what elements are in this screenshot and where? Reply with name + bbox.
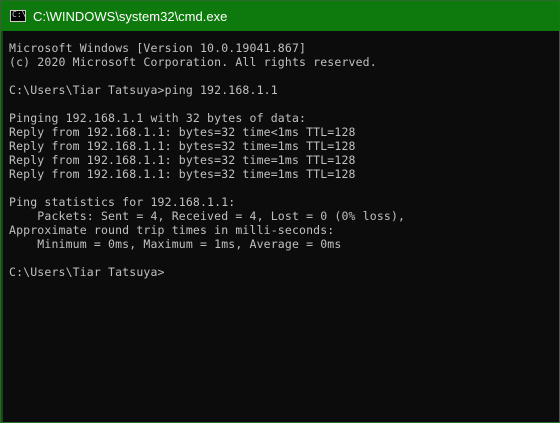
console-line-reply: Reply from 192.168.1.1: bytes=32 time=1m… [9, 167, 356, 181]
cmd-icon-glyph: C:\ [12, 10, 27, 19]
console-line-packets: Packets: Sent = 4, Received = 4, Lost = … [9, 209, 406, 223]
cmd-window: C:\ C:\WINDOWS\system32\cmd.exe Microsof… [0, 0, 560, 423]
console-scrollbar[interactable] [553, 31, 559, 422]
console-line-pinging: Pinging 192.168.1.1 with 32 bytes of dat… [9, 111, 307, 125]
console-line-reply: Reply from 192.168.1.1: bytes=32 time=1m… [9, 153, 356, 167]
console-line-ping-command: C:\Users\Tiar Tatsuya>ping 192.168.1.1 [9, 83, 278, 97]
console-line-reply: Reply from 192.168.1.1: bytes=32 time=1m… [9, 139, 356, 153]
console-line-reply: Reply from 192.168.1.1: bytes=32 time<1m… [9, 125, 356, 139]
console-line-copyright: (c) 2020 Microsoft Corporation. All righ… [9, 55, 377, 69]
console-output[interactable]: Microsoft Windows [Version 10.0.19041.86… [9, 41, 554, 416]
console-line-rtt-values: Minimum = 0ms, Maximum = 1ms, Average = … [9, 237, 342, 251]
window-title: C:\WINDOWS\system32\cmd.exe [33, 8, 228, 24]
console-line-rtt-header: Approximate round trip times in milli-se… [9, 223, 335, 237]
console-line-version: Microsoft Windows [Version 10.0.19041.86… [9, 41, 307, 55]
console-line-statistics-header: Ping statistics for 192.168.1.1: [9, 195, 236, 209]
title-bar[interactable]: C:\ C:\WINDOWS\system32\cmd.exe [1, 1, 559, 31]
cmd-icon: C:\ [10, 10, 26, 22]
window-border-accent [1, 31, 3, 422]
console-line-prompt[interactable]: C:\Users\Tiar Tatsuya> [9, 265, 554, 279]
